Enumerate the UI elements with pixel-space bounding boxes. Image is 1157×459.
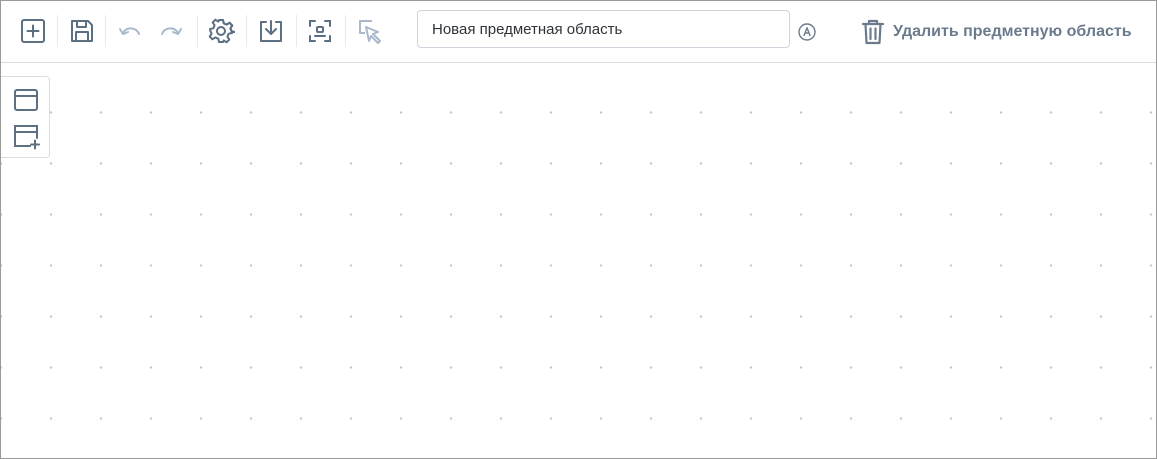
- redo-icon: [161, 27, 182, 35]
- download-icon: [260, 20, 282, 42]
- toolbar-divider: [105, 15, 106, 47]
- undo-icon: [119, 27, 140, 35]
- toolbar-divider: [296, 15, 297, 47]
- save-icon: [71, 20, 93, 42]
- save-button[interactable]: [66, 15, 98, 47]
- entity-icon: [14, 89, 38, 111]
- toolbar-divider: [246, 15, 247, 47]
- toolbar-divider: [197, 15, 198, 47]
- trash-icon: [861, 19, 885, 45]
- entity-tool-button[interactable]: [11, 85, 41, 115]
- add-button[interactable]: [17, 15, 49, 47]
- download-button[interactable]: [255, 15, 287, 47]
- select-button[interactable]: [354, 15, 386, 47]
- undo-button[interactable]: [114, 15, 146, 47]
- toolbar: Удалить предметную область: [1, 1, 1156, 63]
- add-entity-button[interactable]: [11, 121, 41, 151]
- settings-icon: [208, 18, 235, 44]
- add-icon: [21, 19, 45, 43]
- delete-domain-button[interactable]: Удалить предметную область: [861, 19, 1132, 45]
- add-entity-icon: [14, 125, 40, 150]
- fit-to-screen-button[interactable]: [304, 15, 336, 47]
- redo-button[interactable]: [155, 15, 187, 47]
- circled-a-icon[interactable]: [798, 23, 816, 41]
- toolbar-divider: [345, 15, 346, 47]
- settings-button[interactable]: [205, 15, 237, 47]
- fit-to-screen-icon: [309, 20, 331, 42]
- domain-editor-window: Удалить предметную область: [0, 0, 1157, 459]
- toolbar-divider: [57, 15, 58, 47]
- diagram-canvas[interactable]: [1, 63, 1156, 458]
- domain-name-input[interactable]: [417, 10, 790, 48]
- delete-domain-label: Удалить предметную область: [893, 23, 1132, 40]
- select-cursor-icon: [359, 20, 381, 44]
- entity-palette: [1, 76, 50, 158]
